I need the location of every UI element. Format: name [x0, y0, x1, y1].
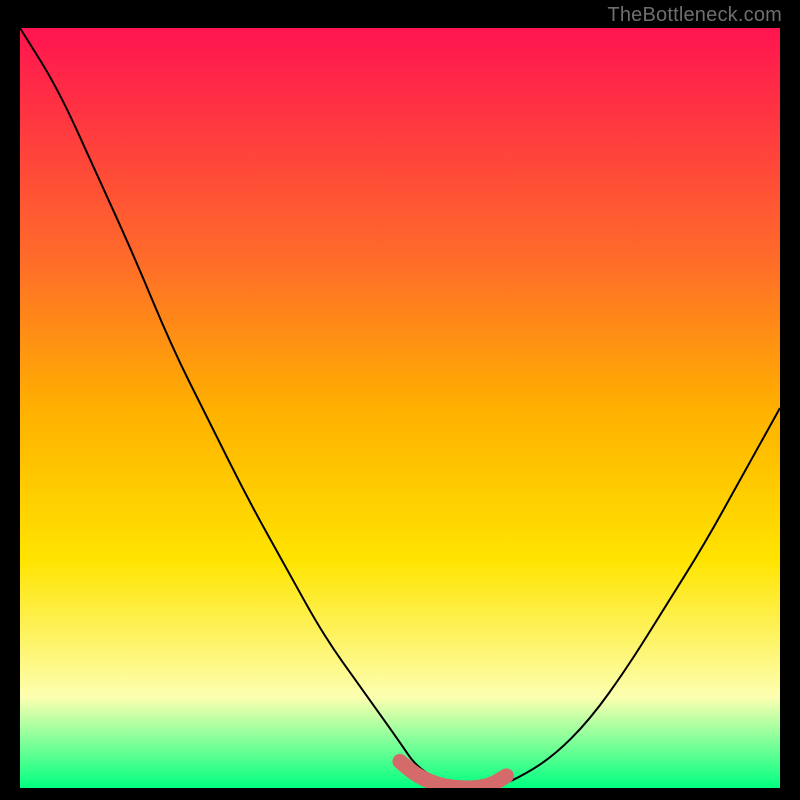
chart-frame: TheBottleneck.com: [0, 0, 800, 800]
bottleneck-chart: [20, 28, 780, 788]
attribution-text: TheBottleneck.com: [607, 4, 782, 27]
gradient-background: [20, 28, 780, 788]
plot-area: [20, 28, 780, 788]
